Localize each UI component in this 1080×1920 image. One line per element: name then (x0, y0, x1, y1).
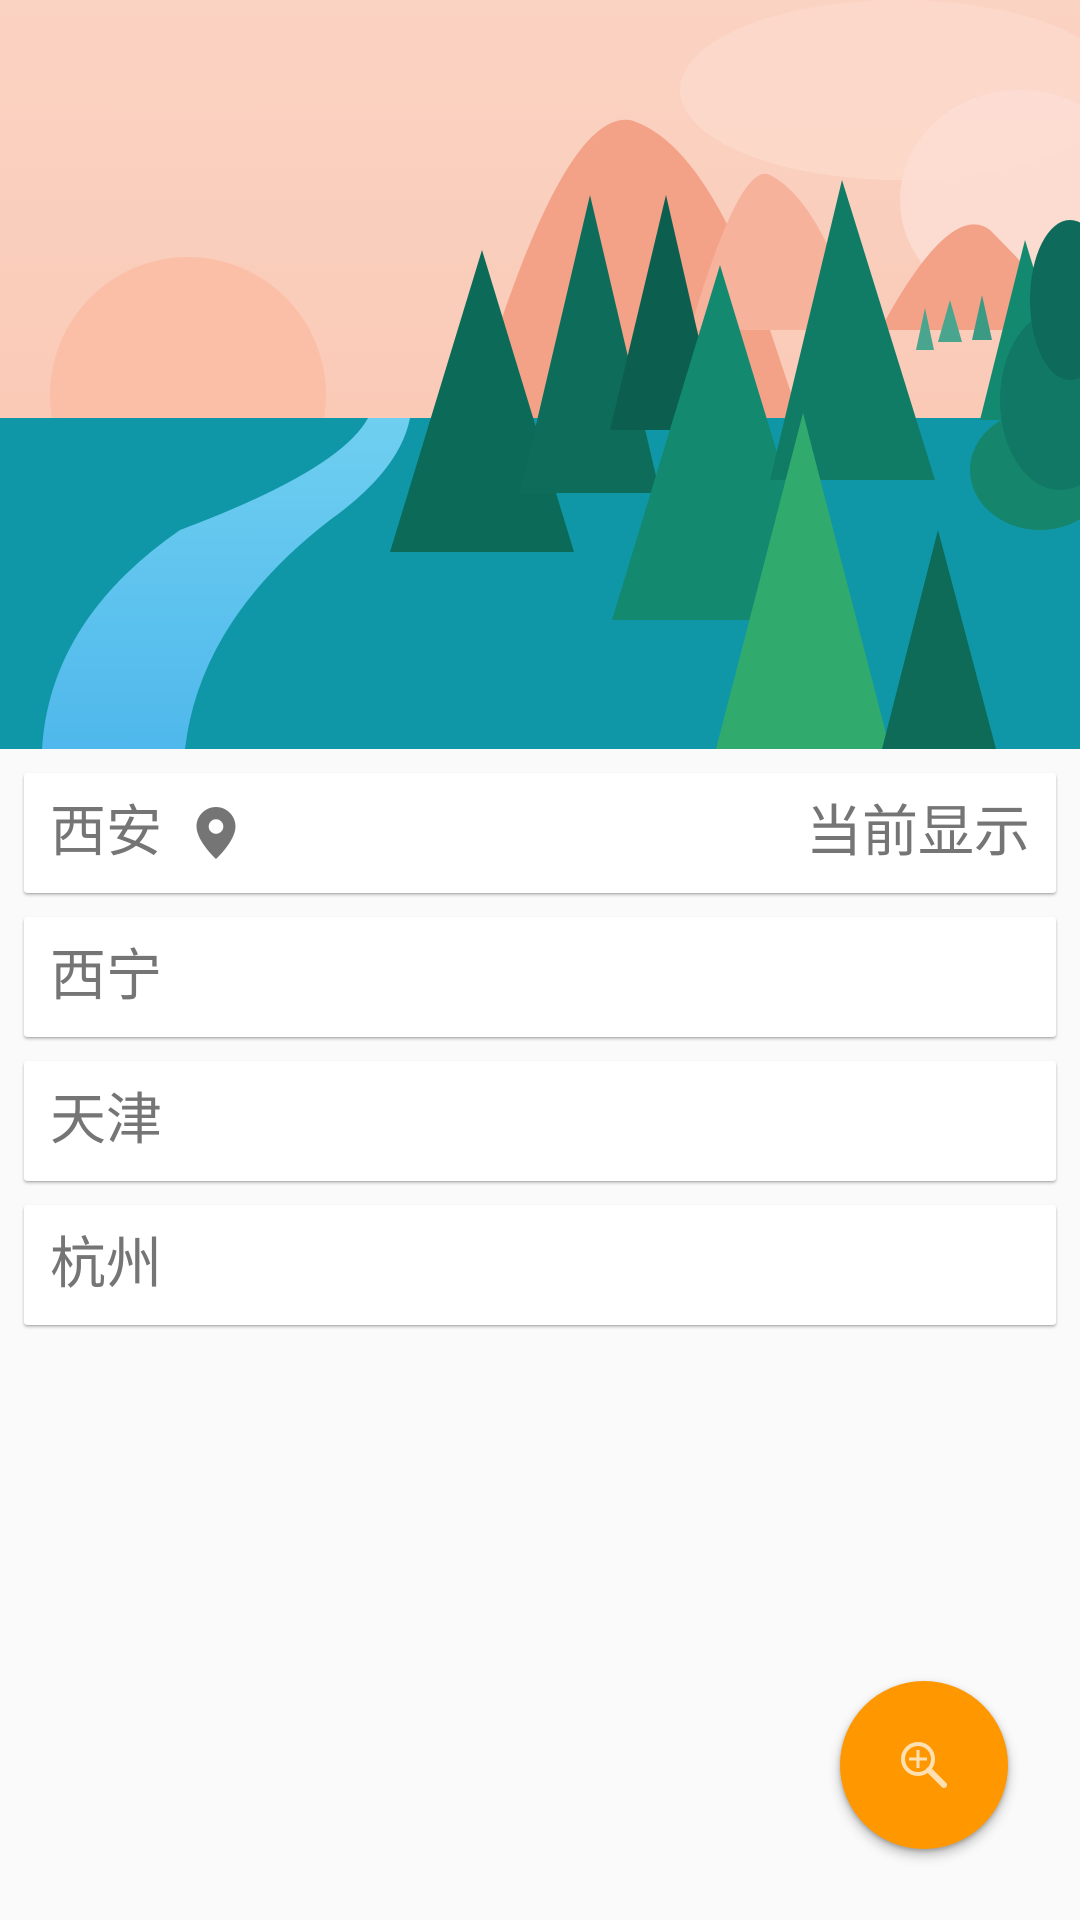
city-card-tianjin[interactable]: 天津 (24, 1061, 1056, 1181)
location-pin-icon (196, 807, 236, 859)
city-card-xining[interactable]: 西宁 (24, 917, 1056, 1037)
header-landscape-image (0, 0, 1080, 749)
city-name: 杭州 (50, 1232, 162, 1297)
city-name: 西安 (50, 800, 162, 865)
city-name: 天津 (50, 1088, 162, 1153)
city-name: 西宁 (50, 944, 162, 1009)
zoom-in-search-icon (896, 1737, 952, 1793)
city-card-xian[interactable]: 西安 当前显示 (24, 773, 1056, 893)
add-city-fab-button[interactable] (840, 1681, 1008, 1849)
city-card-hangzhou[interactable]: 杭州 (24, 1205, 1056, 1325)
current-display-label: 当前显示 (806, 800, 1030, 865)
city-list: 西安 当前显示 西宁 天津 杭州 (24, 773, 1056, 1349)
